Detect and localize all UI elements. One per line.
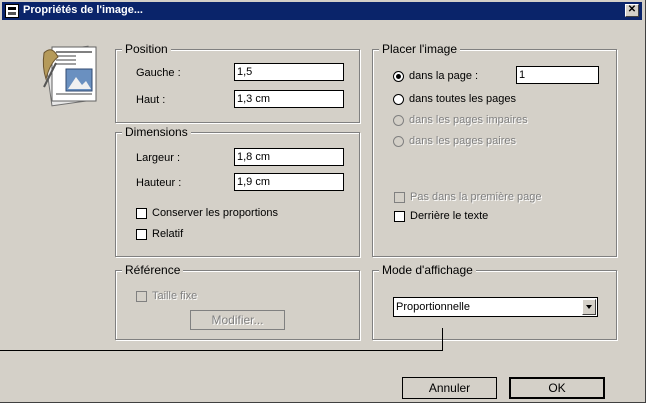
document-image-icon — [36, 43, 102, 107]
haut-label: Haut : — [136, 94, 166, 106]
close-icon[interactable]: ✕ — [625, 4, 639, 17]
pages-impaires-label: dans les pages impaires — [409, 114, 528, 126]
title-bar[interactable]: Propriétés de l'image... ✕ — [2, 2, 642, 20]
pages-paires-radio[interactable] — [393, 136, 404, 147]
hauteur-input[interactable]: 1,9 cm — [234, 173, 344, 191]
pages-paires-label: dans les pages paires — [409, 135, 517, 147]
hauteur-label: Hauteur : — [136, 177, 182, 189]
pas-premiere-page-checkbox[interactable] — [394, 192, 405, 203]
gauche-input[interactable]: 1,5 — [234, 63, 344, 81]
pages-impaires-radio[interactable] — [393, 115, 404, 126]
page-number-input[interactable]: 1 — [516, 66, 599, 84]
largeur-input[interactable]: 1,8 cm — [234, 148, 344, 166]
chevron-down-icon[interactable] — [582, 299, 596, 315]
derriere-texte-checkbox[interactable] — [394, 211, 405, 222]
gauche-label: Gauche : — [136, 67, 181, 79]
dans-la-page-label: dans la page : — [409, 70, 479, 82]
callout-line-vertical — [442, 328, 443, 351]
window-title: Propriétés de l'image... — [23, 4, 143, 16]
conserver-proportions-label: Conserver les proportions — [152, 207, 278, 219]
dimensions-legend: Dimensions — [122, 125, 191, 139]
toutes-les-pages-radio[interactable] — [393, 94, 404, 105]
dans-la-page-radio[interactable] — [393, 71, 404, 82]
placer-image-legend: Placer l'image — [379, 42, 460, 56]
modifier-button[interactable]: Modifier... — [190, 310, 285, 330]
toutes-les-pages-label: dans toutes les pages — [409, 93, 517, 105]
position-legend: Position — [122, 42, 171, 56]
image-properties-icon — [5, 4, 19, 18]
taille-fixe-label: Taille fixe — [152, 290, 198, 302]
pas-premiere-page-label: Pas dans la première page — [410, 191, 542, 203]
haut-input[interactable]: 1,3 cm — [234, 90, 344, 108]
image-properties-dialog: Propriétés de l'image... ✕ Position Gauc… — [0, 0, 646, 403]
position-group: Position — [115, 42, 360, 123]
callout-line — [0, 350, 442, 351]
ok-button[interactable]: OK — [509, 377, 605, 399]
relatif-label: Relatif — [152, 228, 184, 240]
mode-affichage-value: Proportionnelle — [396, 301, 470, 313]
largeur-label: Largeur : — [136, 152, 181, 164]
reference-legend: Référence — [122, 263, 184, 277]
annuler-button[interactable]: Annuler — [402, 377, 497, 399]
taille-fixe-checkbox[interactable] — [136, 291, 147, 302]
conserver-proportions-checkbox[interactable] — [136, 208, 147, 219]
mode-affichage-legend: Mode d'affichage — [379, 263, 476, 277]
derriere-texte-label: Derrière le texte — [410, 210, 489, 222]
relatif-checkbox[interactable] — [136, 229, 147, 240]
mode-affichage-select[interactable]: Proportionnelle — [393, 297, 598, 317]
